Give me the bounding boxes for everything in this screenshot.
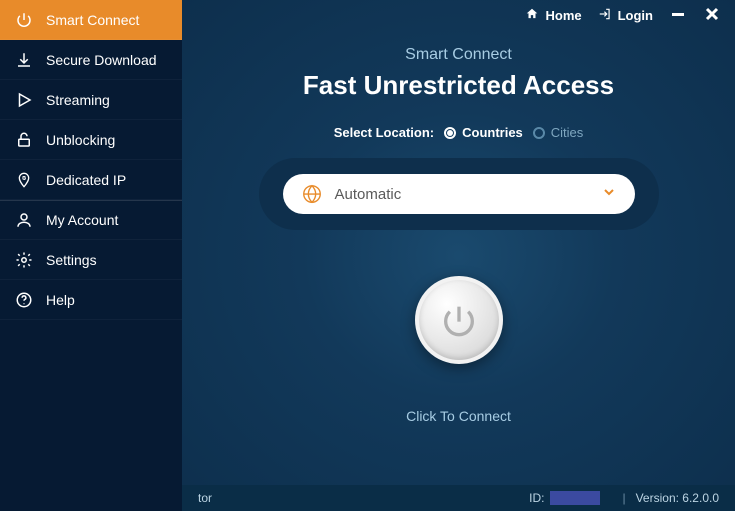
sidebar-item-streaming[interactable]: Streaming bbox=[0, 80, 182, 120]
radio-dot-icon bbox=[533, 127, 545, 139]
sidebar-item-label: Dedicated IP bbox=[46, 172, 126, 188]
select-location-label: Select Location: bbox=[334, 125, 434, 140]
login-label: Login bbox=[618, 8, 653, 23]
sidebar-item-help[interactable]: Help bbox=[0, 280, 182, 320]
sidebar-item-my-account[interactable]: My Account bbox=[0, 200, 182, 240]
connect-cta-label: Click To Connect bbox=[406, 408, 511, 424]
connect-button[interactable] bbox=[415, 276, 503, 364]
app-window: Smart Connect Secure Download Streaming … bbox=[0, 0, 735, 511]
location-selector: Select Location: Countries Cities bbox=[334, 125, 584, 140]
version-field: Version: 6.2.0.0 bbox=[636, 491, 719, 505]
home-link[interactable]: Home bbox=[525, 7, 581, 24]
sidebar-item-secure-download[interactable]: Secure Download bbox=[0, 40, 182, 80]
home-label: Home bbox=[545, 8, 581, 23]
version-label: Version: bbox=[636, 491, 679, 505]
sidebar-item-unblocking[interactable]: Unblocking bbox=[0, 120, 182, 160]
radio-countries[interactable]: Countries bbox=[444, 125, 523, 140]
chevron-down-icon bbox=[601, 184, 617, 205]
id-value-redacted bbox=[550, 491, 600, 505]
main-panel: Home Login Smart Connect Fast Unrestrict… bbox=[182, 0, 735, 511]
sidebar-item-label: Streaming bbox=[46, 92, 110, 108]
home-icon bbox=[525, 7, 539, 24]
version-value: 6.2.0.0 bbox=[682, 491, 719, 505]
page-subtitle: Smart Connect bbox=[405, 46, 512, 64]
sidebar-item-label: My Account bbox=[46, 212, 118, 228]
user-icon bbox=[14, 210, 34, 230]
status-divider: | bbox=[622, 491, 625, 505]
sidebar-item-settings[interactable]: Settings bbox=[0, 240, 182, 280]
radio-cities[interactable]: Cities bbox=[533, 125, 584, 140]
sidebar-item-label: Smart Connect bbox=[46, 12, 139, 28]
help-icon bbox=[14, 290, 34, 310]
close-button[interactable] bbox=[703, 5, 721, 26]
sidebar-item-label: Secure Download bbox=[46, 52, 157, 68]
power-icon bbox=[14, 10, 34, 30]
radio-cities-label: Cities bbox=[551, 125, 584, 140]
page-title: Fast Unrestricted Access bbox=[303, 70, 614, 101]
minimize-button[interactable] bbox=[669, 5, 687, 26]
gear-icon bbox=[14, 250, 34, 270]
sidebar-item-label: Settings bbox=[46, 252, 97, 268]
login-link[interactable]: Login bbox=[598, 7, 653, 24]
dropdown-value: Automatic bbox=[335, 186, 601, 203]
radio-countries-label: Countries bbox=[462, 125, 523, 140]
content: Smart Connect Fast Unrestricted Access S… bbox=[182, 30, 735, 485]
status-bar: tor ID: | Version: 6.2.0.0 bbox=[182, 485, 735, 511]
sidebar-item-label: Help bbox=[46, 292, 75, 308]
id-label: ID: bbox=[529, 491, 544, 505]
login-icon bbox=[598, 7, 612, 24]
radio-dot-icon bbox=[444, 127, 456, 139]
sidebar-item-dedicated-ip[interactable]: IP Dedicated IP bbox=[0, 160, 182, 200]
location-dropdown[interactable]: Automatic bbox=[283, 174, 635, 214]
sidebar-item-label: Unblocking bbox=[46, 132, 115, 148]
ip-pin-icon: IP bbox=[14, 170, 34, 190]
status-left-fragment: tor bbox=[198, 491, 529, 505]
sidebar: Smart Connect Secure Download Streaming … bbox=[0, 0, 182, 511]
globe-icon bbox=[301, 183, 323, 205]
topbar: Home Login bbox=[182, 0, 735, 30]
download-icon bbox=[14, 50, 34, 70]
play-icon bbox=[14, 90, 34, 110]
location-dropdown-container: Automatic bbox=[259, 158, 659, 230]
sidebar-item-smart-connect[interactable]: Smart Connect bbox=[0, 0, 182, 40]
status-id: ID: bbox=[529, 491, 600, 505]
unlock-icon bbox=[14, 130, 34, 150]
